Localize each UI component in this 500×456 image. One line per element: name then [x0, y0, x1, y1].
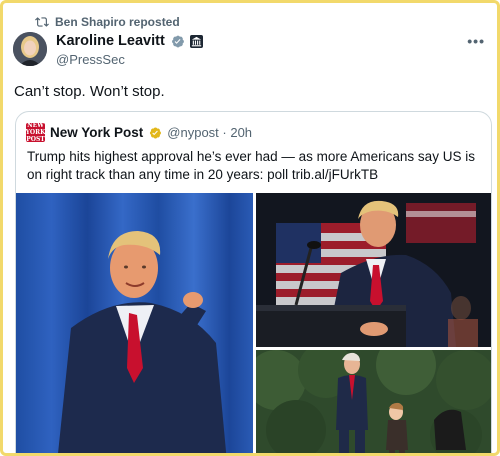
nypost-logo: NEW YORK POST: [25, 122, 46, 143]
tweet-text: Can’t stop. Won’t stop.: [14, 83, 165, 100]
more-options-button[interactable]: •••: [467, 33, 485, 49]
quoted-handle-time: @nypost · 20h: [167, 125, 253, 140]
photo-pointing[interactable]: [16, 193, 253, 453]
tweet-card[interactable]: Ben Shapiro reposted Karoline Leavitt @P…: [0, 0, 500, 456]
avatar[interactable]: [13, 32, 47, 66]
verified-gold-icon: [150, 126, 162, 139]
quoted-tweet-text: Trump hits highest approval he’s ever ha…: [27, 149, 475, 182]
quoted-media-grid[interactable]: [16, 193, 491, 453]
government-building-icon: [189, 34, 203, 48]
author-row: Karoline Leavitt: [56, 33, 203, 49]
repost-header: Ben Shapiro reposted: [35, 15, 180, 29]
author-handle[interactable]: @PressSec: [56, 52, 125, 67]
repost-label: Ben Shapiro reposted: [55, 15, 180, 29]
author-name[interactable]: Karoline Leavitt: [56, 33, 165, 49]
photo-garden-walk[interactable]: [256, 350, 491, 453]
quoted-author-name[interactable]: New York Post: [50, 125, 143, 140]
quoted-tweet[interactable]: NEW YORK POST New York Post @nypost · 20…: [15, 111, 492, 453]
photo-podium[interactable]: [256, 193, 491, 347]
repost-icon: [35, 17, 49, 27]
quoted-tweet-header: NEW YORK POST New York Post @nypost · 20…: [25, 122, 253, 143]
verified-gray-icon[interactable]: [170, 34, 185, 49]
